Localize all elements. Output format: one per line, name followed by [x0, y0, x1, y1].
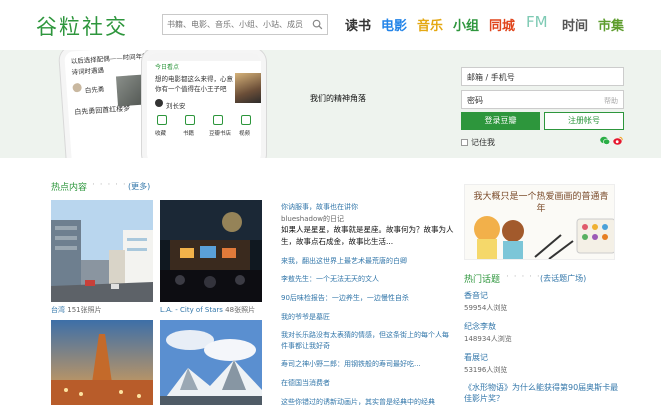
photo-album-la[interactable]: [160, 200, 262, 302]
album-name[interactable]: L.A. - City of Stars: [160, 306, 223, 314]
topic-count: 59954人浏览: [464, 304, 508, 312]
header: 谷粒社交 读书 电影 音乐 小组 同城 FM 时间 市集: [0, 0, 661, 50]
topic-link[interactable]: 《水形物语》为什么能获得第90届奥斯卡最佳影片奖？: [464, 382, 624, 404]
remember-me[interactable]: 记住我: [461, 137, 495, 148]
menu-label: 书籍: [183, 131, 195, 137]
menu-label: 视频: [239, 131, 251, 137]
site-logo[interactable]: 谷粒社交: [36, 11, 128, 41]
remember-label: 记住我: [471, 138, 495, 147]
store-icon: [213, 115, 223, 125]
sidebar-banner-ad[interactable]: 我大概只是一个热爱画画的普通青年: [464, 184, 615, 260]
search-input[interactable]: [163, 15, 308, 34]
article-link[interactable]: 来我，翻出这世界上最艺术最荒唐的白卿: [281, 256, 407, 266]
topic-link[interactable]: 香音记: [464, 290, 488, 301]
album-count: 151张照片: [67, 306, 102, 314]
hot-content-title: 热点内容: [51, 183, 88, 193]
hero-slogan: 我们的精神角落: [310, 94, 366, 103]
nav-market[interactable]: 市集: [598, 15, 624, 34]
password-field[interactable]: 密码 帮助: [461, 90, 624, 109]
search-box[interactable]: [162, 14, 328, 35]
remember-checkbox[interactable]: [461, 139, 468, 146]
photo-la: [160, 200, 262, 302]
login-button[interactable]: 登录豆瓣: [461, 112, 540, 130]
photo-album-mountain[interactable]: [160, 320, 262, 405]
article-link[interactable]: 寿司之神小野二郎：用钢铁般的寿司最好吃...: [281, 359, 421, 369]
nav-book[interactable]: 读书: [345, 15, 371, 34]
help-link[interactable]: 帮助: [604, 96, 618, 106]
email-field[interactable]: 邮箱 / 手机号: [461, 67, 624, 86]
avatar: [72, 82, 82, 93]
phone2-photo: [235, 73, 261, 103]
nav-music[interactable]: 音乐: [417, 15, 443, 34]
album-count: 48张照片: [225, 306, 256, 314]
topic-count: 53196人浏览: [464, 366, 508, 374]
article-link[interactable]: 我对长乐路没有太表猜的情感，但这条街上的每个人每件事都让我好奇: [281, 330, 451, 352]
featured-article-author[interactable]: blueshadow的日记: [281, 214, 344, 224]
phone2-menu: 收藏 书籍 豆瓣书店 视频: [151, 115, 261, 145]
menu-label: 豆瓣书店: [209, 131, 232, 137]
photo-paris: [51, 320, 153, 405]
article-link[interactable]: 在德国当消费者: [281, 378, 330, 388]
menu-label: 收藏: [155, 131, 167, 137]
photo-caption: L.A. - City of Stars 48张照片: [160, 305, 255, 315]
phone2-author: 刘长安: [166, 102, 186, 110]
register-button[interactable]: 注册帐号: [544, 112, 624, 130]
nav-movie[interactable]: 电影: [381, 15, 407, 34]
article-link[interactable]: 90后味检报告：一边养生，一边慢性自杀: [281, 293, 409, 303]
article-link[interactable]: 我的爷爷是墓匠: [281, 312, 330, 322]
article-link[interactable]: 李敖先生：一个无法无天的文人: [281, 274, 379, 284]
phone2-line2: 你有一个值得在小王子吧: [155, 85, 227, 93]
photo-caption: 台湾 151张照片: [51, 305, 102, 315]
nav-fm[interactable]: FM: [526, 13, 548, 31]
hot-more-link[interactable]: (更多): [128, 181, 150, 192]
book-icon: [185, 115, 195, 125]
avatar: [155, 99, 163, 107]
search-icon[interactable]: [312, 19, 323, 30]
photo-mountain: [160, 320, 262, 405]
wechat-icon[interactable]: [600, 136, 610, 145]
phone1-author: 白先勇: [84, 85, 105, 95]
banner-text: 我大概只是一个热爱画画的普通青年: [473, 192, 609, 214]
password-placeholder: 密码: [467, 96, 483, 105]
topic-link[interactable]: 纪念李敖: [464, 321, 496, 332]
hot-topics-title: 热门话题: [464, 275, 501, 285]
phone1-line1: 以后选择配偶——时间年轻: [70, 52, 149, 66]
photo-album-paris[interactable]: [51, 320, 153, 405]
featured-article-title[interactable]: 你讷服事，故事也在讲你: [281, 202, 358, 212]
phone2-line1: 想的电影都这么来得，心意: [155, 75, 233, 83]
photo-taiwan: [51, 200, 153, 302]
topic-square-link[interactable]: (去话题广场): [540, 273, 586, 284]
phone-mockup-right: 今日看点 想的电影都这么来得，心意 你有一个值得在小王子吧 刘长安 收藏 书籍 …: [142, 50, 266, 158]
phone2-status-bar: [147, 53, 261, 61]
article-link[interactable]: 这些你错过的诱新动画片，其实曾是经典中的经典: [281, 397, 435, 405]
nav-time[interactable]: 时间: [562, 15, 588, 34]
weibo-icon[interactable]: [613, 136, 623, 145]
phone2-tag: 今日看点: [155, 64, 180, 71]
collect-icon: [157, 115, 167, 125]
album-name[interactable]: 台湾: [51, 306, 65, 314]
topic-count: 148934人浏览: [464, 335, 512, 343]
nav-city[interactable]: 同城: [489, 15, 515, 34]
photo-album-taiwan[interactable]: [51, 200, 153, 302]
featured-article-desc: 如果人是星星，故事就是星座。故事何为？故事为人生，故事点石成金，故事比生活...: [281, 225, 454, 246]
topic-link[interactable]: 看展记: [464, 352, 488, 363]
phone1-line2: 诗词时遇遇: [71, 66, 105, 77]
video-icon: [241, 115, 251, 125]
nav-group[interactable]: 小组: [453, 15, 479, 34]
